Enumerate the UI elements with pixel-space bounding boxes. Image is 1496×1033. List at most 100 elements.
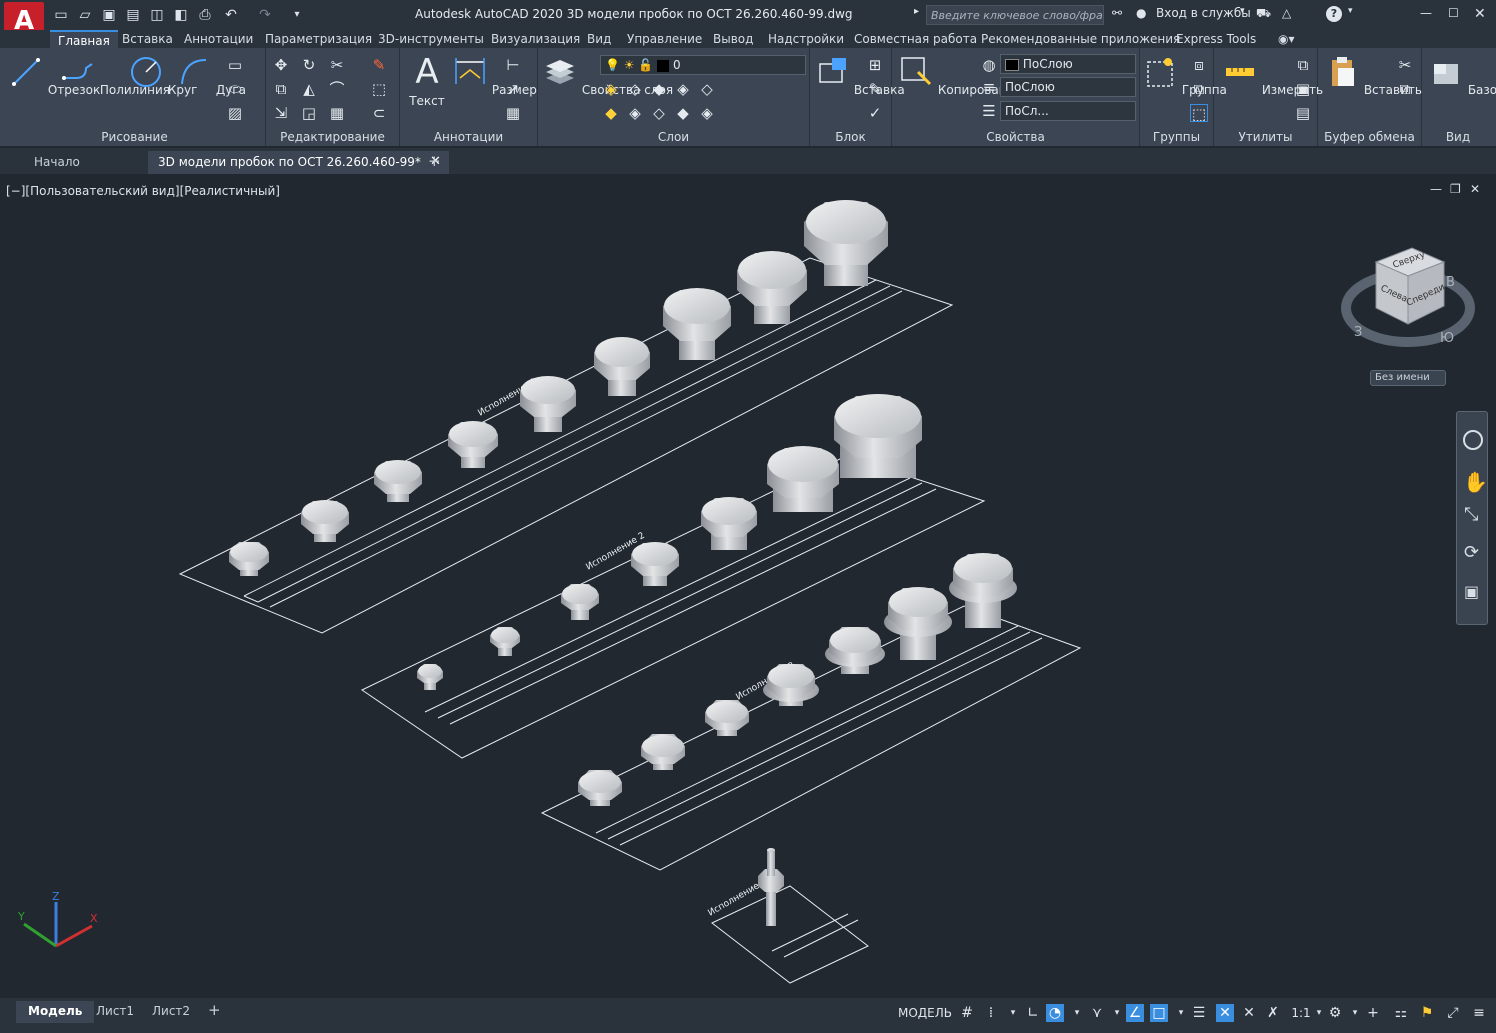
dimension-button[interactable]: Размер (452, 54, 537, 98)
polar-tracking-icon[interactable]: ◔ (1046, 1004, 1064, 1022)
save-as-icon[interactable]: ▤ (124, 6, 142, 24)
tab-output[interactable]: Вывод (713, 32, 753, 46)
scale-icon[interactable]: ◲ (300, 104, 318, 122)
layer-tool-2-icon[interactable]: ◇ (626, 80, 644, 98)
tab-addins[interactable]: Надстройки (768, 32, 844, 46)
panel-view-title[interactable]: Вид (1422, 130, 1494, 144)
panel-layers-title[interactable]: Слои (538, 130, 809, 144)
tab-home[interactable]: Главная (50, 30, 118, 48)
select-all-icon[interactable]: ▣ (1294, 80, 1312, 98)
annotation-visibility-icon[interactable]: ✕ (1216, 1004, 1234, 1022)
layer-tool-5-icon[interactable]: ◇ (698, 80, 716, 98)
tab-parametric[interactable]: Параметризация (265, 32, 372, 46)
search-expand-icon[interactable]: ▸ (914, 6, 919, 17)
layer-tool-7-icon[interactable]: ◈ (626, 104, 644, 122)
tab-featured-apps[interactable]: Рекомендованные приложения (981, 32, 1180, 46)
group-edit-icon[interactable]: ⧉ (1190, 80, 1208, 98)
minimize-icon[interactable]: — (1420, 6, 1432, 20)
match-properties-button[interactable]: Копирование свойств (898, 54, 1075, 98)
viewcube[interactable]: Сверху Слева Спереди В Ю З (1341, 247, 1475, 347)
arc-button[interactable]: Дуга (176, 54, 246, 98)
polyline-button[interactable]: Полилиния (60, 54, 170, 98)
text-button[interactable]: A Текст (406, 54, 448, 109)
annotation-scale-value[interactable]: 1:1 (1290, 1004, 1312, 1022)
web-save-icon[interactable]: ◧ (172, 6, 190, 24)
panel-clipboard-title[interactable]: Буфер обмена (1318, 130, 1421, 144)
mirror-icon[interactable]: ◭ (300, 80, 318, 98)
connect-icon[interactable]: △ (1282, 6, 1291, 20)
array-icon[interactable]: ▦ (328, 104, 346, 122)
units-icon[interactable]: ⚏ (1392, 1004, 1410, 1022)
lineweight-dropdown[interactable]: ПоСл... (1000, 101, 1136, 121)
lineweight-icon[interactable]: ☰ (980, 102, 998, 120)
pan-hand-icon[interactable]: ✋ (1463, 470, 1488, 494)
snap-icon[interactable]: ⁞ (982, 1004, 1000, 1022)
fillet-icon[interactable]: ⌒ (328, 80, 346, 98)
layout-tab-sheet1[interactable]: Лист1 (84, 1001, 146, 1023)
binoculars-icon[interactable]: ⚯ (1112, 6, 1122, 20)
workspace-gear-icon[interactable]: ⚙ (1326, 1004, 1344, 1022)
login-button[interactable]: Вход в службы (1156, 6, 1251, 20)
plug-models-row3[interactable] (578, 553, 1017, 806)
layer-tool-1-icon[interactable]: ◈ (602, 80, 620, 98)
tab-manage[interactable]: Управление (627, 32, 702, 46)
save-icon[interactable]: ▣ (100, 6, 118, 24)
help-dropdown-icon[interactable]: ▾ (1348, 6, 1353, 16)
isodraft-dropdown-icon[interactable]: ▾ (1108, 1004, 1126, 1022)
layer-tool-6-icon[interactable]: ◆ (602, 104, 620, 122)
new-tab-icon[interactable]: + (418, 151, 451, 174)
search-input[interactable]: Введите ключевое слово/фразу (926, 5, 1104, 25)
user-icon[interactable]: ● (1136, 6, 1146, 20)
circle-button[interactable]: Круг (128, 54, 197, 98)
leader-icon[interactable]: ↗ (504, 80, 522, 98)
fullscreen-icon[interactable]: ⤢ (1444, 1004, 1462, 1022)
panel-utilities-title[interactable]: Утилиты (1214, 130, 1317, 144)
ucs-icon[interactable]: Z X Y (17, 890, 98, 948)
cart-icon[interactable]: ⛟ (1256, 6, 1271, 22)
paste-button[interactable]: Вставить (1324, 54, 1422, 98)
copy-clip-icon[interactable]: ⧉ (1396, 80, 1414, 98)
steering-wheel-icon[interactable] (1463, 430, 1483, 450)
tab-visualize[interactable]: Визуализация (491, 32, 580, 46)
measure-button[interactable]: Измерить (1222, 54, 1323, 98)
calculator-icon[interactable]: ▤ (1294, 104, 1312, 122)
redo-icon[interactable]: ↷ (256, 6, 274, 24)
grid-icon[interactable]: # (958, 1004, 976, 1022)
object-snap-icon[interactable]: □ (1150, 1004, 1168, 1022)
undo-icon[interactable]: ↶ (222, 6, 240, 24)
base-view-button[interactable]: Базовый (1428, 54, 1496, 98)
panel-properties-title[interactable]: Свойства (892, 130, 1139, 144)
tab-3d-tools[interactable]: 3D-инструменты (378, 32, 484, 46)
quick-properties-icon[interactable]: ⚑ (1418, 1004, 1436, 1022)
tab-collaborate[interactable]: Совместная работа (854, 32, 977, 46)
showmotion-icon[interactable]: ▣ (1464, 582, 1479, 601)
object-snap-tracking-icon[interactable]: ∠ (1126, 1004, 1144, 1022)
hatch-icon[interactable]: ▨ (226, 104, 244, 122)
layout-tab-model[interactable]: Модель (16, 1001, 95, 1023)
plot-icon[interactable]: ⎙ (196, 6, 214, 24)
quick-select-icon[interactable]: ⧉ (1294, 56, 1312, 74)
layer-tool-4-icon[interactable]: ◈ (674, 80, 692, 98)
zoom-extents-icon[interactable]: ⤡ (1464, 504, 1478, 525)
model-space-toggle[interactable]: МОДЕЛЬ (898, 1004, 952, 1022)
tab-insert[interactable]: Вставка (122, 32, 173, 46)
annotation-monitor-icon[interactable]: + (1364, 1004, 1382, 1022)
panel-groups-title[interactable]: Группы (1140, 130, 1213, 144)
tab-start[interactable]: Начало (24, 151, 90, 174)
panel-draw-title[interactable]: Рисование (4, 130, 265, 144)
group-select-icon[interactable]: ⬚ (1190, 104, 1208, 123)
trim-icon[interactable]: ✂ (328, 56, 346, 74)
edit-attributes-icon[interactable]: ✓ (866, 104, 884, 122)
isodraft-icon[interactable]: ⋎ (1088, 1004, 1106, 1022)
lineweight-display-icon[interactable]: ☰ (1190, 1004, 1208, 1022)
tab-view[interactable]: Вид (587, 32, 611, 46)
layer-tool-3-icon[interactable]: ◆ (650, 80, 668, 98)
layer-tool-9-icon[interactable]: ◆ (674, 104, 692, 122)
web-open-icon[interactable]: ◫ (148, 6, 166, 24)
ungroup-icon[interactable]: ⧈ (1190, 56, 1208, 74)
auto-scale-icon[interactable]: ✗ (1264, 1004, 1282, 1022)
open-file-icon[interactable]: ▱ (76, 6, 94, 24)
tab-express-tools[interactable]: Express Tools (1176, 32, 1256, 46)
linear-dim-icon[interactable]: ⊢ (504, 56, 522, 74)
rectangle-icon[interactable]: ▭ (226, 56, 244, 74)
